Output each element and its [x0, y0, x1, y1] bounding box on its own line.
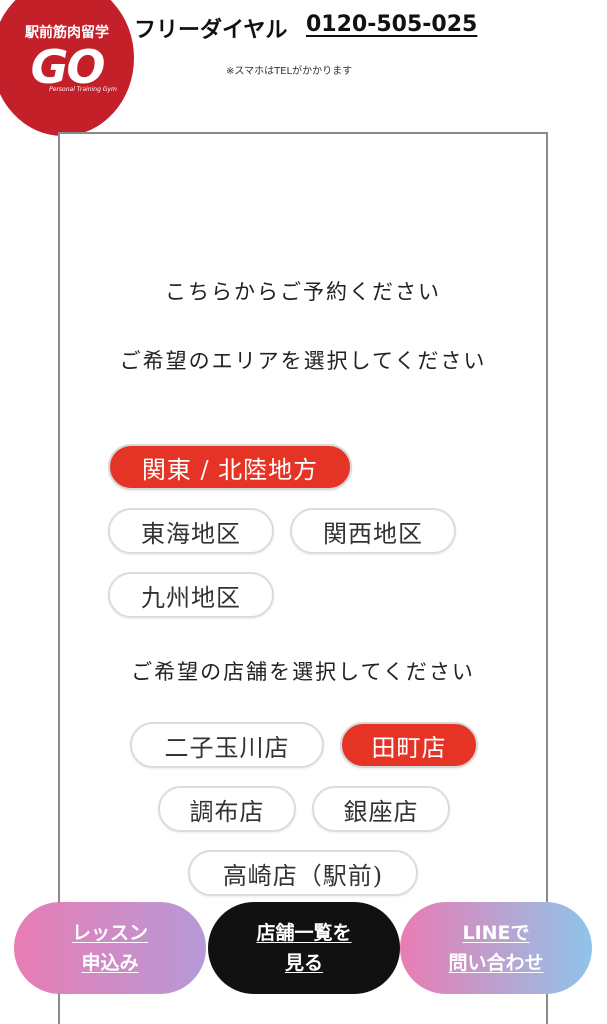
- phone-number-link[interactable]: 0120-505-025: [306, 12, 477, 37]
- area-button-kyushu[interactable]: 九州地区: [108, 572, 274, 618]
- line-inquiry-line2: 問い合わせ: [448, 952, 544, 974]
- area-button-kanto[interactable]: 関東 / 北陸地方: [108, 444, 352, 490]
- phone-note: ※スマホはTELがかかります: [226, 66, 353, 77]
- lesson-apply-line1: レッスン: [71, 922, 148, 944]
- store-button-tamachi[interactable]: 田町店: [340, 722, 478, 768]
- logo-main-text: GO: [30, 40, 106, 94]
- reservation-card: こちらからご予約ください ご希望のエリアを選択してください 関東 / 北陸地方 …: [58, 132, 548, 1024]
- lesson-apply-button[interactable]: レッスン 申込み: [14, 902, 206, 994]
- area-button-tokai[interactable]: 東海地区: [108, 508, 274, 554]
- store-button-chofu[interactable]: 調布店: [158, 786, 296, 832]
- logo-sub-text: Personal Training Gym: [49, 86, 117, 93]
- store-button-futakotamagawa[interactable]: 二子玉川店: [130, 722, 324, 768]
- store-button-ginza[interactable]: 銀座店: [312, 786, 450, 832]
- logo-top-text: 駅前筋肉留学: [25, 25, 109, 41]
- lesson-apply-line2: 申込み: [81, 952, 139, 974]
- phone-label: フリーダイヤル: [134, 18, 288, 43]
- brand-logo[interactable]: 駅前筋肉留学 GO Personal Training Gym: [0, 0, 134, 136]
- area-heading: ご希望のエリアを選択してください: [119, 349, 487, 373]
- store-list-line1: 店舗一覧を: [256, 922, 352, 944]
- area-button-kansai[interactable]: 関西地区: [290, 508, 456, 554]
- store-heading: ご希望の店舗を選択してください: [131, 660, 475, 684]
- store-button-takasaki[interactable]: 高崎店（駅前): [188, 850, 418, 896]
- line-inquiry-line1: LINEで: [462, 922, 530, 944]
- store-list-button[interactable]: 店舗一覧を 見る: [208, 902, 400, 994]
- store-list-line2: 見る: [284, 952, 323, 974]
- line-inquiry-button[interactable]: LINEで 問い合わせ: [400, 902, 592, 994]
- reservation-heading: こちらからご予約ください: [165, 280, 441, 304]
